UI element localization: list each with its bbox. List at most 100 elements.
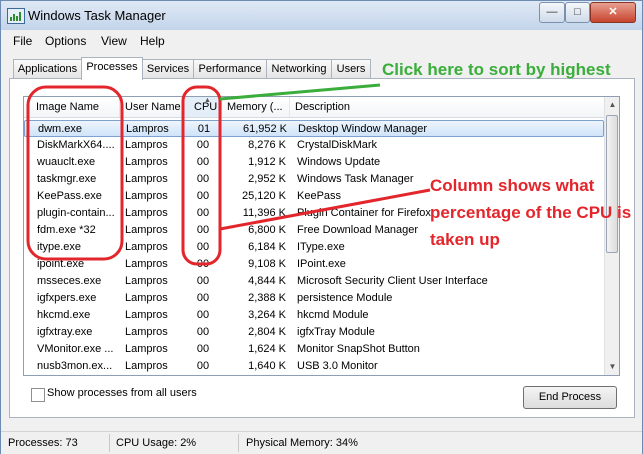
cell-image-name: VMonitor.exe ... bbox=[37, 343, 114, 355]
cell-image-name: DiskMarkX64.... bbox=[37, 139, 115, 151]
tab-users[interactable]: Users bbox=[331, 59, 371, 79]
cell-description: KeePass bbox=[297, 190, 342, 202]
cell-description: Monitor SnapShot Button bbox=[297, 343, 420, 355]
cell-memory: 25,120 K bbox=[241, 190, 286, 202]
cell-image-name: dwm.exe bbox=[38, 123, 83, 135]
cell-description: USB 3.0 Monitor bbox=[297, 360, 378, 372]
cell-memory: 2,388 K bbox=[248, 292, 286, 304]
menu-view[interactable]: View bbox=[101, 34, 127, 48]
cell-cpu: 00 bbox=[196, 275, 210, 287]
cell-user-name: Lampros bbox=[125, 139, 168, 151]
cell-user-name: Lampros bbox=[125, 258, 168, 270]
task-manager-icon bbox=[7, 8, 25, 24]
title-bar[interactable]: Windows Task Manager — □ ✕ bbox=[1, 1, 642, 30]
cell-cpu: 00 bbox=[196, 224, 210, 236]
status-cpu-usage: CPU Usage: 2% bbox=[116, 437, 197, 449]
cell-user-name: Lampros bbox=[125, 326, 168, 338]
tab-applications[interactable]: Applications bbox=[13, 59, 82, 79]
cell-memory: 8,276 K bbox=[248, 139, 286, 151]
table-row[interactable]: hkcmd.exe Lampros 00 3,264 K hkcmd Module bbox=[24, 307, 604, 324]
cell-description: Windows Task Manager bbox=[297, 173, 414, 185]
maximize-button[interactable]: □ bbox=[565, 2, 590, 23]
cell-description: Windows Update bbox=[297, 156, 381, 168]
cell-image-name: igfxtray.exe bbox=[37, 326, 93, 338]
cell-description: Free Download Manager bbox=[297, 224, 419, 236]
cell-image-name: hkcmd.exe bbox=[37, 309, 91, 321]
tab-networking[interactable]: Networking bbox=[266, 59, 332, 79]
cell-user-name: Lampros bbox=[125, 156, 168, 168]
cell-memory: 4,844 K bbox=[248, 275, 286, 287]
status-physical-memory: Physical Memory: 34% bbox=[246, 437, 358, 449]
minimize-button[interactable]: — bbox=[539, 2, 565, 23]
cell-cpu: 00 bbox=[196, 360, 210, 372]
table-row[interactable]: DiskMarkX64.... Lampros 00 8,276 K CrystalDi… bbox=[24, 137, 604, 154]
cell-memory: 3,264 K bbox=[248, 309, 286, 321]
cell-cpu: 00 bbox=[196, 309, 210, 321]
cell-user-name: Lampros bbox=[125, 190, 168, 202]
cell-user-name: Lampros bbox=[126, 123, 169, 135]
table-row[interactable]: msseces.exe Lampros 00 4,844 K Microsoft Sec… bbox=[24, 273, 604, 290]
cell-memory: 1,640 K bbox=[248, 360, 286, 372]
cell-user-name: Lampros bbox=[125, 173, 168, 185]
cell-description: IPoint.exe bbox=[297, 258, 346, 270]
cell-description: hkcmd Module bbox=[297, 309, 369, 321]
column-memory[interactable]: Memory (... bbox=[222, 97, 290, 117]
cell-image-name: ipoint.exe bbox=[37, 258, 85, 270]
column-header: Image Name User Name ▲ CPU Memory (... D… bbox=[24, 97, 604, 118]
cell-image-name: wuauclt.exe bbox=[37, 156, 96, 168]
cell-cpu: 00 bbox=[196, 241, 210, 253]
cell-user-name: Lampros bbox=[125, 360, 168, 372]
tab-services[interactable]: Services bbox=[142, 59, 194, 79]
cell-description: IType.exe bbox=[297, 241, 345, 253]
cell-user-name: Lampros bbox=[125, 275, 168, 287]
cell-description: Plugin Container for Firefox bbox=[297, 207, 431, 219]
cell-user-name: Lampros bbox=[125, 309, 168, 321]
sort-hint-annotation: Click here to sort by highest bbox=[382, 60, 611, 79]
cell-cpu: 00 bbox=[196, 207, 210, 219]
menu-help[interactable]: Help bbox=[140, 34, 165, 48]
close-button[interactable]: ✕ bbox=[590, 2, 636, 23]
table-row[interactable]: igfxpers.exe Lampros 00 2,388 K persistence … bbox=[24, 290, 604, 307]
table-row[interactable]: ipoint.exe Lampros 00 9,108 K IPoint.exe bbox=[24, 256, 604, 273]
cell-memory: 6,800 K bbox=[248, 224, 286, 236]
cell-image-name: fdm.exe *32 bbox=[37, 224, 96, 236]
cell-description: Desktop Window Manager bbox=[298, 123, 428, 135]
cell-cpu: 00 bbox=[196, 173, 210, 185]
table-row[interactable]: nusb3mon.ex... Lampros 00 1,640 K USB 3.0 Mo… bbox=[24, 358, 604, 375]
cell-cpu: 00 bbox=[196, 258, 210, 270]
table-row[interactable]: dwm.exe Lampros 01 61,952 K Desktop Window M… bbox=[24, 120, 604, 137]
show-all-processes-checkbox[interactable] bbox=[31, 388, 45, 402]
column-user-name[interactable]: User Name bbox=[120, 97, 184, 117]
column-description[interactable]: Description bbox=[290, 97, 604, 117]
column-cpu[interactable]: ▲ CPU bbox=[184, 97, 222, 117]
status-divider bbox=[109, 434, 110, 452]
cpu-hint-annotation: Column shows what percentage of the CPU … bbox=[430, 176, 632, 249]
end-process-button[interactable]: End Process bbox=[523, 386, 617, 409]
cell-image-name: KeePass.exe bbox=[37, 190, 102, 202]
cell-memory: 9,108 K bbox=[248, 258, 286, 270]
table-row[interactable]: igfxtray.exe Lampros 00 2,804 K igfxTray Mod… bbox=[24, 324, 604, 341]
tab-processes[interactable]: Processes bbox=[81, 57, 143, 80]
menu-file[interactable]: File bbox=[13, 34, 32, 48]
cell-memory: 2,952 K bbox=[248, 173, 286, 185]
cell-memory: 61,952 K bbox=[242, 123, 287, 135]
tab-performance[interactable]: Performance bbox=[193, 59, 267, 79]
sort-ascending-icon: ▲ bbox=[204, 97, 211, 104]
table-row[interactable]: VMonitor.exe ... Lampros 00 1,624 K Monitor … bbox=[24, 341, 604, 358]
status-processes: Processes: 73 bbox=[8, 437, 78, 449]
menu-options[interactable]: Options bbox=[45, 34, 86, 48]
scroll-down-arrow-icon[interactable]: ▼ bbox=[605, 359, 619, 375]
table-row[interactable]: wuauclt.exe Lampros 00 1,912 K Windows Updat… bbox=[24, 154, 604, 171]
cell-description: igfxTray Module bbox=[297, 326, 375, 338]
column-image-name[interactable]: Image Name bbox=[24, 97, 120, 117]
cell-cpu: 00 bbox=[196, 139, 210, 151]
cell-image-name: msseces.exe bbox=[37, 275, 102, 287]
cell-description: CrystalDiskMark bbox=[297, 139, 378, 151]
cell-image-name: igfxpers.exe bbox=[37, 292, 97, 304]
cell-memory: 2,804 K bbox=[248, 326, 286, 338]
cell-user-name: Lampros bbox=[125, 292, 168, 304]
scroll-up-arrow-icon[interactable]: ▲ bbox=[605, 97, 619, 113]
cell-user-name: Lampros bbox=[125, 343, 168, 355]
cell-image-name: taskmgr.exe bbox=[37, 173, 97, 185]
cell-memory: 6,184 K bbox=[248, 241, 286, 253]
